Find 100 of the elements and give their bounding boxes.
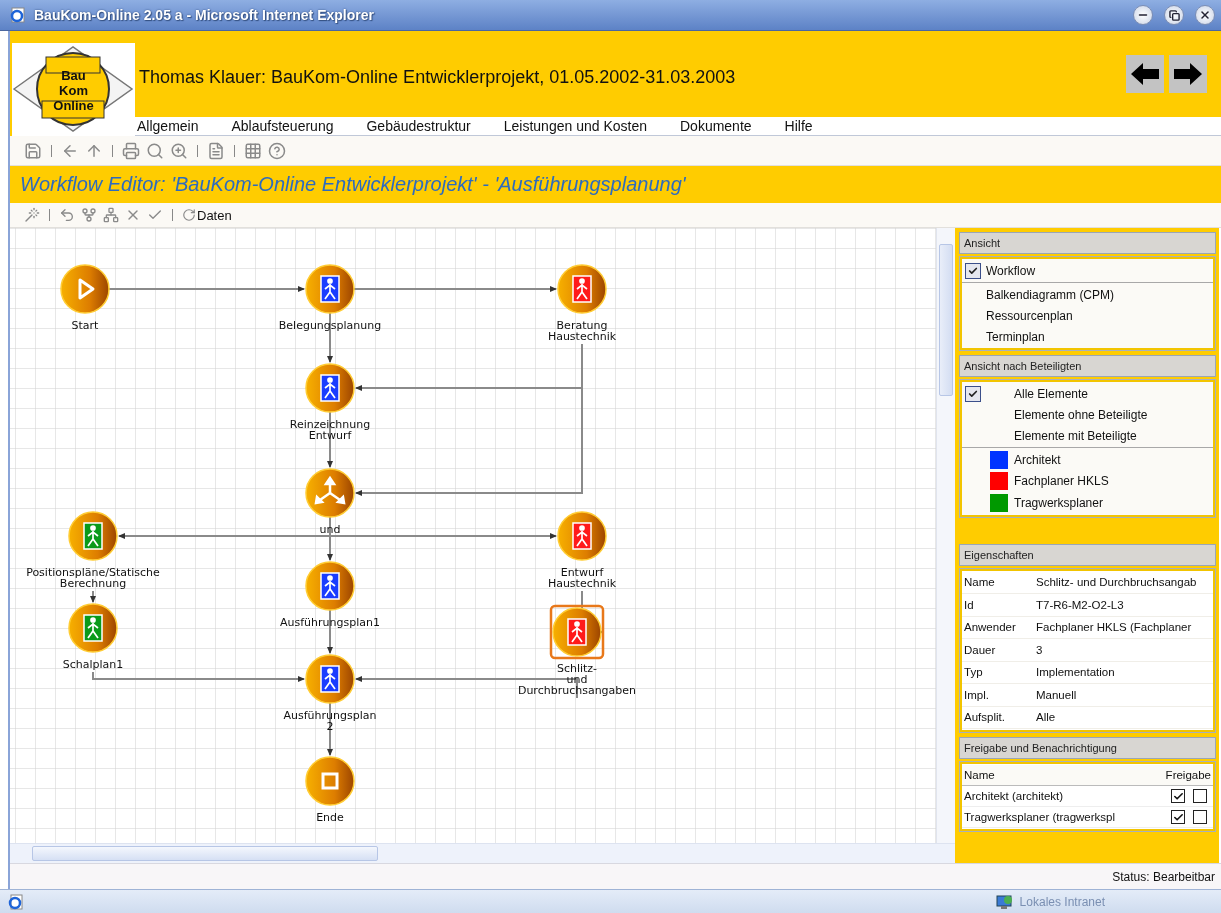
editor-title: Workflow Editor: 'BauKom-Online Entwicklerprojekt' - 'Ausführungsplanung'	[10, 166, 1221, 203]
zoom-button[interactable]	[170, 141, 188, 160]
forward-button[interactable]	[1169, 55, 1207, 93]
check-icon	[965, 385, 981, 402]
minimize-button[interactable]	[1133, 5, 1153, 25]
checkbox[interactable]	[1193, 810, 1207, 824]
menu-item[interactable]: Leistungen und Kosten	[503, 118, 647, 134]
node-label: Belegungsplanung	[278, 319, 382, 332]
property-name: Anwender	[963, 621, 1017, 634]
end-node[interactable]	[305, 756, 355, 806]
checkbox[interactable]	[1171, 789, 1185, 803]
section-header: Ansicht	[959, 232, 1216, 254]
activity-node[interactable]	[68, 511, 118, 561]
save-button[interactable]	[24, 141, 42, 160]
check-icon	[965, 262, 981, 279]
property-name: Typ	[963, 666, 984, 679]
column-header: Freigabe	[1165, 769, 1211, 781]
node-label: Entwurf Haustechnik	[547, 566, 617, 590]
browser-icon	[10, 7, 26, 23]
node-label: Ausführungsplan1	[280, 616, 380, 629]
right-arrow-icon	[1173, 62, 1203, 86]
activity-node[interactable]	[305, 654, 355, 704]
connector-arrow	[90, 590, 96, 603]
menu-item[interactable]: Hilfe	[784, 118, 813, 134]
property-value: Manuell	[1036, 688, 1077, 701]
activity-node[interactable]	[305, 264, 355, 314]
close-button[interactable]	[1195, 5, 1215, 25]
property-value: Schlitz- und Durchbruchsangab	[1036, 576, 1197, 589]
filter-option[interactable]: Alle Elemente	[962, 383, 1213, 404]
activity-node[interactable]	[557, 264, 607, 314]
legend-label: Architekt	[1014, 452, 1061, 467]
split-node[interactable]	[305, 468, 355, 518]
filter-option[interactable]: Elemente ohne Beteiligte	[962, 404, 1213, 425]
legend-label: Fachplaner HKLS	[1014, 474, 1109, 489]
logo-word: Online	[53, 98, 94, 113]
checkbox[interactable]	[1171, 810, 1185, 824]
view-option[interactable]: Workflow	[962, 260, 1213, 281]
data-button[interactable]: Daten	[182, 207, 232, 223]
view-option[interactable]: Balkendiagramm (CPM)	[962, 284, 1213, 305]
property-value: T7-R6-M2-O2-L3	[1036, 598, 1124, 611]
node-label: Schalplan1	[62, 658, 124, 671]
logo-word: Bau	[61, 68, 86, 83]
node-label: Reinzeichnung Entwurf	[289, 418, 371, 442]
close-icon	[1199, 9, 1211, 21]
node-label: Ende	[316, 811, 344, 824]
node-label: Ausführungsplan 2	[283, 709, 377, 733]
filter-option[interactable]: Elemente mit Beteiligte	[962, 425, 1213, 446]
search-button[interactable]	[146, 141, 164, 160]
back-button[interactable]	[1126, 55, 1164, 93]
legend-label: Tragwerksplaner	[1014, 495, 1103, 510]
activity-node[interactable]	[305, 363, 355, 413]
fork-button[interactable]	[81, 207, 97, 223]
network-zone-icon	[995, 893, 1014, 910]
property-name: Id	[963, 598, 975, 611]
document-button[interactable]	[207, 141, 225, 160]
vertical-scrollbar[interactable]	[936, 228, 955, 843]
grid-button[interactable]	[244, 141, 262, 160]
horizontal-scrollbar[interactable]	[10, 843, 955, 863]
node-label: und	[319, 523, 341, 536]
participant-name: Tragwerksplaner (tragwerkspl	[964, 811, 1117, 823]
section-header: Ansicht nach Beteiligten	[959, 355, 1216, 377]
property-name: Aufsplit.	[963, 711, 1006, 724]
print-button[interactable]	[122, 141, 140, 160]
node-label: Beratung Haustechnik	[547, 319, 617, 343]
section-header: Freigabe und Benachrichtigung	[959, 737, 1216, 759]
window-title: BauKom-Online 2.05 a - Microsoft Internet Explorer	[34, 7, 375, 23]
property-value: Fachplaner HKLS (Fachplaner	[1036, 621, 1192, 634]
node-label: Start	[71, 319, 99, 332]
help-button[interactable]	[268, 141, 286, 160]
menu-item[interactable]: Ablaufsteuerung	[231, 118, 334, 134]
menu-item[interactable]: Dokumente	[680, 118, 752, 134]
zone-label: Lokales Intranet	[1019, 894, 1105, 909]
activity-node[interactable]	[305, 561, 355, 611]
logo-word: Kom	[59, 83, 88, 98]
restore-icon	[1168, 9, 1180, 21]
status-text: Status: Bearbeitbar	[1112, 869, 1215, 884]
view-option[interactable]: Ressourcenplan	[962, 305, 1213, 326]
network-button[interactable]	[103, 207, 119, 223]
menu-item[interactable]: Allgemein	[137, 118, 199, 134]
property-name: Name	[963, 576, 996, 589]
view-option[interactable]: Terminplan	[962, 326, 1213, 347]
redo-icon	[182, 208, 196, 222]
section-header: Eigenschaften	[959, 543, 1216, 566]
column-header: Name	[964, 769, 996, 781]
activity-node[interactable]	[557, 511, 607, 561]
checkbox[interactable]	[1193, 789, 1207, 803]
property-value: 3	[1036, 643, 1043, 656]
property-name: Impl.	[963, 688, 990, 701]
node-label: Schlitz- und Durchbruchsangaben	[517, 662, 637, 697]
wand-button[interactable]	[24, 207, 40, 223]
activity-node[interactable]	[68, 603, 118, 653]
menu-item[interactable]: Gebäudestruktur	[366, 118, 471, 134]
activity-node[interactable]	[549, 604, 605, 660]
start-node[interactable]	[60, 264, 110, 314]
node-label: Positionspläne/Statische Berechnung	[26, 566, 160, 590]
restore-button[interactable]	[1164, 5, 1184, 25]
project-title: Thomas Klauer: BauKom-Online Entwicklerprojekt, 01.05.2002-31.03.2003	[139, 65, 737, 88]
undo-button[interactable]	[59, 207, 75, 223]
property-value: Alle	[1036, 711, 1056, 724]
left-arrow-icon	[1130, 62, 1160, 86]
